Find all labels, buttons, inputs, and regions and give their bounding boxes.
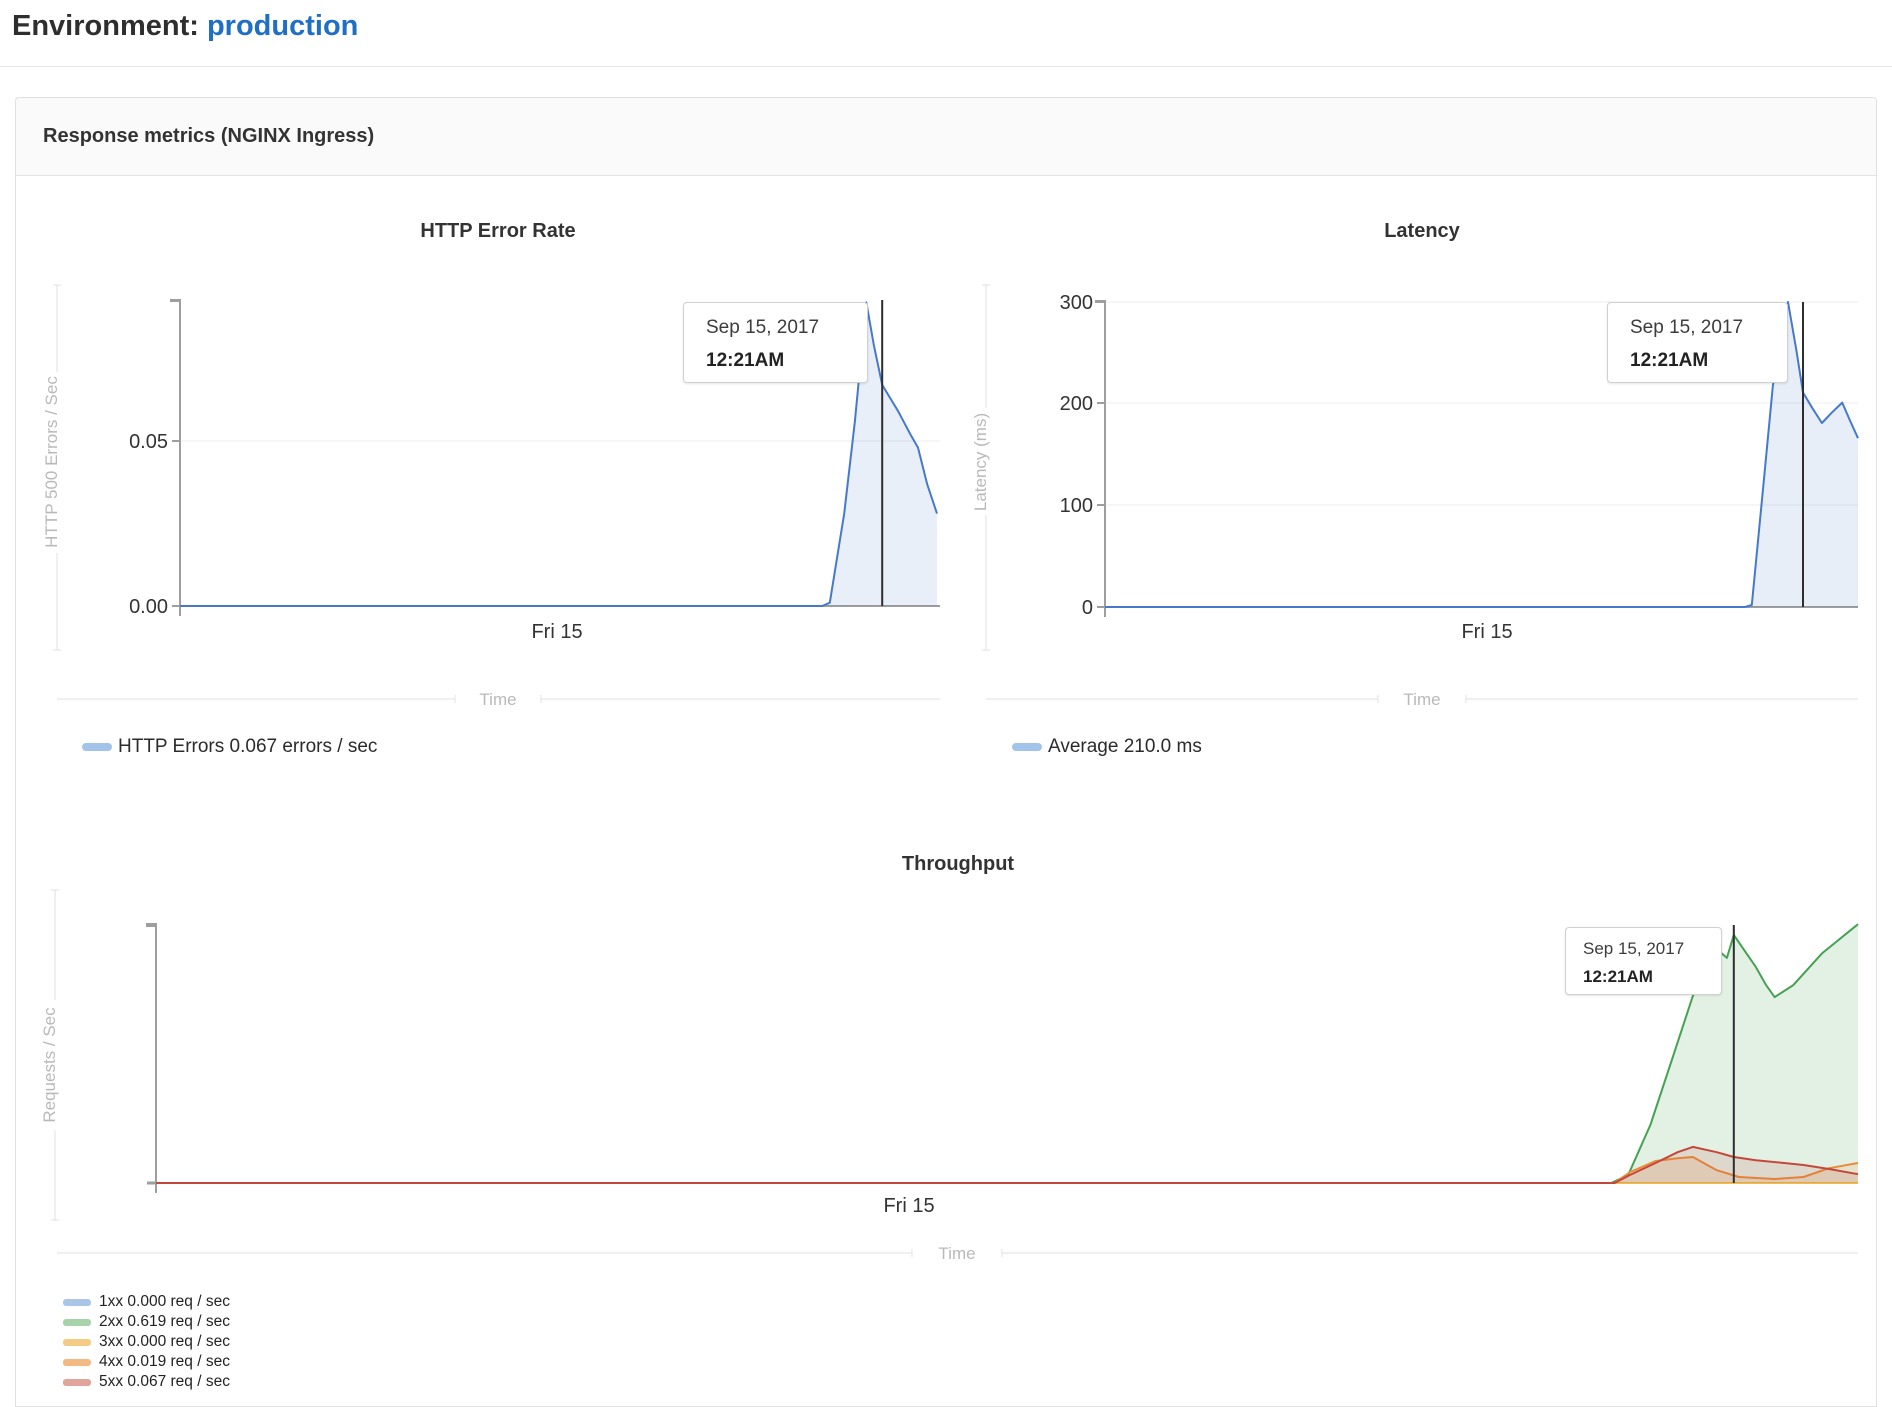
y-tick-label: 0.05	[129, 431, 168, 453]
latency-chart: Latency Latency (ms) 300 200 100 0 Fri 1…	[971, 220, 1858, 709]
tooltip-date: Sep 15, 2017	[706, 316, 867, 340]
axis-top-cap	[146, 923, 156, 927]
x-tick-label: Fri 15	[531, 621, 582, 643]
chart-title: HTTP Error Rate	[420, 220, 575, 242]
y-tick-label: 0	[1082, 597, 1093, 619]
legend-swatch	[63, 1339, 91, 1346]
legend-label: Average 210.0 ms	[1048, 736, 1202, 758]
legend-label: 4xx 0.019 req / sec	[99, 1353, 230, 1371]
chart-title: Throughput	[902, 853, 1015, 875]
y-tick-label: 200	[1060, 393, 1093, 415]
tooltip-date: Sep 15, 2017	[1630, 316, 1787, 340]
throughput-chart: Throughput Requests / Sec Fri 15 Time	[40, 853, 1858, 1263]
x-axis-label: Time	[1403, 690, 1440, 709]
legend-swatch	[63, 1359, 91, 1366]
charts-canvas: HTTP Error Rate HTTP 500 Errors / Sec 0.…	[0, 0, 1892, 1400]
legend-label: 3xx 0.000 req / sec	[99, 1333, 230, 1351]
tooltip-time: 12:21AM	[1583, 966, 1721, 987]
tooltip-time: 12:21AM	[1630, 349, 1787, 373]
y-tick-label: 300	[1060, 292, 1093, 314]
axis-top-cap	[170, 299, 180, 302]
legend-label: HTTP Errors 0.067 errors / sec	[118, 736, 377, 758]
tooltip-date: Sep 15, 2017	[1583, 938, 1721, 959]
legend-item-1xx: 1xx 0.000 req / sec	[63, 1292, 230, 1312]
legend-label: 5xx 0.067 req / sec	[99, 1373, 230, 1391]
legend-label: 2xx 0.619 req / sec	[99, 1313, 230, 1331]
legend-item-3xx: 3xx 0.000 req / sec	[63, 1332, 230, 1352]
legend-label: 1xx 0.000 req / sec	[99, 1293, 230, 1311]
http-error-tooltip: Sep 15, 2017 12:21AM	[683, 302, 868, 383]
y-axis-label: Latency (ms)	[971, 413, 990, 511]
chart-title: Latency	[1384, 220, 1460, 242]
x-axis-label: Time	[938, 1244, 975, 1263]
throughput-tooltip: Sep 15, 2017 12:21AM	[1565, 927, 1722, 995]
legend-swatch	[1012, 743, 1042, 751]
legend-item-2xx: 2xx 0.619 req / sec	[63, 1312, 230, 1332]
legend-swatch	[63, 1299, 91, 1306]
throughput-legend: 1xx 0.000 req / sec 2xx 0.619 req / sec …	[63, 1292, 230, 1392]
legend-swatch	[63, 1319, 91, 1326]
legend-swatch	[63, 1379, 91, 1386]
legend-item-5xx: 5xx 0.067 req / sec	[63, 1372, 230, 1392]
y-axis-label: HTTP 500 Errors / Sec	[42, 376, 61, 548]
latency-legend: Average 210.0 ms	[1012, 736, 1202, 758]
y-axis-label: Requests / Sec	[40, 1007, 59, 1123]
legend-swatch	[82, 743, 112, 751]
latency-tooltip: Sep 15, 2017 12:21AM	[1607, 302, 1788, 383]
y-tick-label: 0.00	[129, 596, 168, 618]
x-tick-label: Fri 15	[1461, 621, 1512, 643]
legend-item-4xx: 4xx 0.019 req / sec	[63, 1352, 230, 1372]
http-error-rate-chart: HTTP Error Rate HTTP 500 Errors / Sec 0.…	[42, 220, 940, 709]
x-axis-label: Time	[479, 690, 516, 709]
tooltip-time: 12:21AM	[706, 349, 867, 373]
x-tick-label: Fri 15	[883, 1195, 934, 1217]
y-tick-label: 100	[1060, 495, 1093, 517]
http-error-legend: HTTP Errors 0.067 errors / sec	[82, 736, 377, 758]
